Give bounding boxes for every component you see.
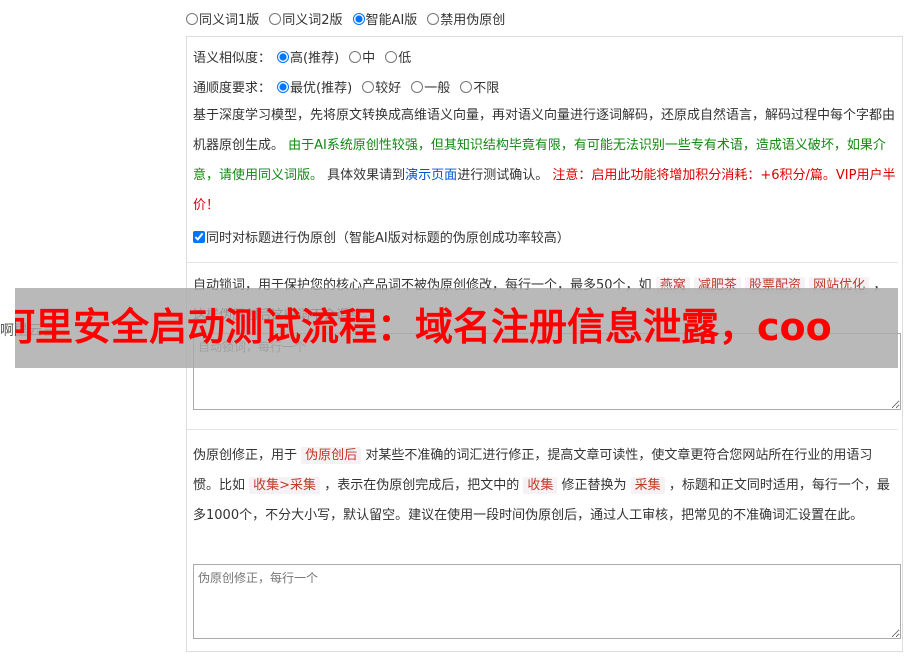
title-checkbox-row: 同时对标题进行伪原创（智能AI版对标题的伪原创成功率较高） xyxy=(193,227,898,247)
version-option-synonym1[interactable]: 同义词1版 xyxy=(186,9,259,28)
similarity-option-mid[interactable]: 中 xyxy=(349,47,375,66)
fluency-option-normal[interactable]: 一般 xyxy=(411,77,450,96)
version-label-disable: 禁用伪原创 xyxy=(440,13,506,28)
correction-tag: 伪原创后 xyxy=(301,447,362,464)
similarity-option-high[interactable]: 高(推荐) xyxy=(277,47,339,66)
fluency-label-any: 不限 xyxy=(473,81,500,96)
ai-desc-demo-suffix: 进行测试确认。 xyxy=(457,168,549,183)
title-checkbox-label: 同时对标题进行伪原创（智能AI版对标题的伪原创成功率较高） xyxy=(206,231,570,246)
fluency-radio-good[interactable] xyxy=(362,80,375,93)
correction-desc-text: 伪原创修正，用于 xyxy=(193,448,298,463)
fluency-label-best: 最优(推荐) xyxy=(290,81,353,96)
ai-description: 基于深度学习模型，先将原文转换成高维语义向量，再对语义向量进行逐词解码，还原成自… xyxy=(193,101,898,221)
similarity-label-low: 低 xyxy=(398,51,412,66)
fluency-label-good: 较好 xyxy=(375,81,402,96)
version-radio-disable[interactable] xyxy=(427,12,440,25)
version-option-synonym2[interactable]: 同义词2版 xyxy=(269,9,343,28)
correction-field-wrap xyxy=(193,564,901,639)
correction-desc-text: 修正替换为 xyxy=(561,478,627,493)
similarity-option-low[interactable]: 低 xyxy=(385,47,411,66)
fluency-option-good[interactable]: 较好 xyxy=(362,77,401,96)
correction-desc-text: ，表示在伪原创完成后，把文中的 xyxy=(324,478,520,493)
correction-tag: 采集 xyxy=(630,477,665,494)
correction-tag: 收集>采集 xyxy=(249,477,321,494)
similarity-radio-high[interactable] xyxy=(277,50,290,63)
fluency-option-any[interactable]: 不限 xyxy=(460,77,499,96)
correction-textarea[interactable] xyxy=(193,564,901,639)
divider-1 xyxy=(187,262,898,263)
similarity-radio-mid[interactable] xyxy=(349,50,362,63)
fluency-option-best[interactable]: 最优(推荐) xyxy=(277,77,352,96)
version-label-ai: 智能AI版 xyxy=(365,13,418,28)
version-radio-ai[interactable] xyxy=(352,12,365,25)
overlay-banner: 阿里安全启动测试流程：域名注册信息泄露，coo xyxy=(15,288,898,368)
correction-description: 伪原创修正，用于 伪原创后 对某些不准确的词汇进行修正，提高文章可读性，使文章更… xyxy=(193,441,898,531)
overlay-banner-text: 阿里安全启动测试流程：域名注册信息泄露，coo xyxy=(15,305,832,349)
correction-tag: 收集 xyxy=(523,477,558,494)
title-checkbox-option[interactable]: 同时对标题进行伪原创（智能AI版对标题的伪原创成功率较高） xyxy=(193,227,570,246)
version-radio-group: 同义词1版 同义词2版 智能AI版 禁用伪原创 xyxy=(186,9,505,28)
fluency-label-normal: 一般 xyxy=(424,81,451,96)
similarity-label: 语义相似度： xyxy=(193,51,272,66)
similarity-label-high: 高(推荐) xyxy=(290,51,340,66)
fluency-radio-normal[interactable] xyxy=(411,80,424,93)
version-label-synonym1: 同义词1版 xyxy=(199,13,260,28)
version-radio-synonym2[interactable] xyxy=(269,12,282,25)
fluency-radio-best[interactable] xyxy=(277,80,290,93)
title-checkbox[interactable] xyxy=(193,230,205,243)
demo-page-link[interactable]: 演示页面 xyxy=(405,168,457,183)
divider-2 xyxy=(187,429,898,430)
version-option-ai[interactable]: 智能AI版 xyxy=(352,9,418,28)
fluency-row: 通顺度要求： 最优(推荐) 较好 一般 不限 xyxy=(193,77,898,96)
similarity-radio-low[interactable] xyxy=(385,50,398,63)
version-radio-synonym1[interactable] xyxy=(186,12,198,25)
version-option-disable[interactable]: 禁用伪原创 xyxy=(427,9,505,28)
similarity-row: 语义相似度： 高(推荐) 中 低 xyxy=(193,47,898,66)
fluency-label: 通顺度要求： xyxy=(193,81,272,96)
ai-desc-demo-prefix: 具体效果请到 xyxy=(327,168,406,183)
fluency-radio-any[interactable] xyxy=(460,80,473,93)
version-label-synonym2: 同义词2版 xyxy=(282,13,343,28)
similarity-label-mid: 中 xyxy=(362,51,376,66)
